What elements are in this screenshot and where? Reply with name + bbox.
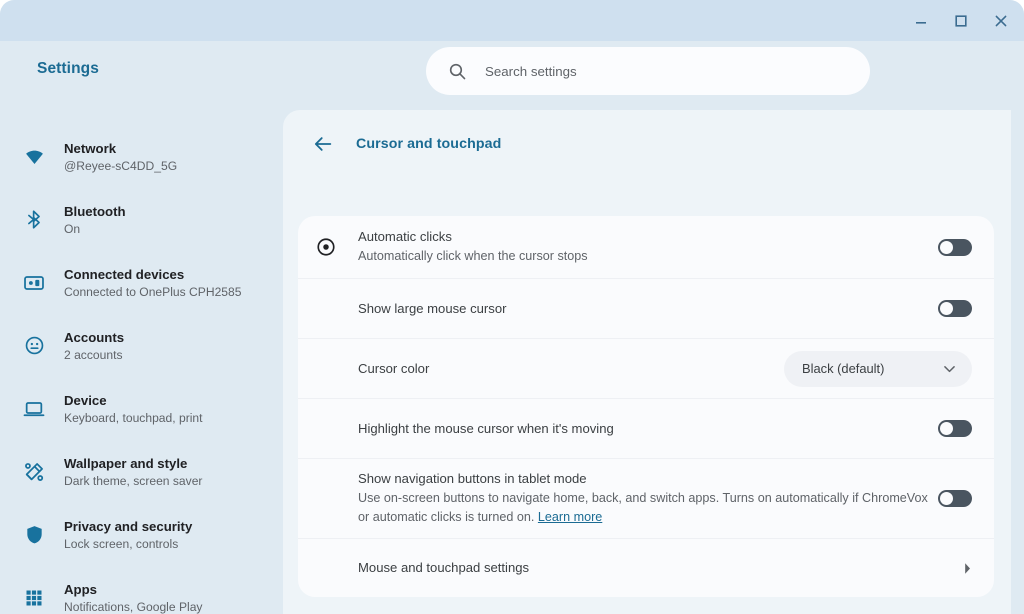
target-icon — [316, 237, 336, 257]
setting-row-automatic-clicks[interactable]: Automatic clicks Automatically click whe… — [298, 216, 994, 279]
window-titlebar — [0, 0, 1024, 41]
sidebar-item-sublabel: Notifications, Google Play — [64, 600, 202, 614]
sidebar-item-label: Bluetooth — [64, 204, 126, 219]
row-text: Show navigation buttons in tablet mode U… — [358, 470, 938, 527]
sidebar-item-sublabel: 2 accounts — [64, 348, 124, 362]
row-trailing — [938, 420, 972, 437]
apps-grid-icon — [22, 586, 46, 610]
settings-window: Settings Network @Reyee-sC4DD_5G — [0, 0, 1024, 614]
row-trailing — [963, 562, 972, 575]
row-subtitle: Automatically click when the cursor stop… — [358, 247, 938, 266]
page-header: Cursor and touchpad — [283, 110, 501, 178]
toggle-navigation-buttons[interactable] — [938, 490, 972, 507]
app-body: Settings Network @Reyee-sC4DD_5G — [0, 41, 1024, 614]
toggle-knob — [940, 241, 953, 254]
maximize-icon — [954, 14, 968, 28]
sidebar-item-apps[interactable]: Apps Notifications, Google Play — [0, 566, 283, 614]
sidebar-item-label: Privacy and security — [64, 519, 192, 534]
back-arrow-icon[interactable] — [312, 133, 334, 155]
setting-row-highlight-cursor[interactable]: Highlight the mouse cursor when it's mov… — [298, 399, 994, 459]
row-title: Mouse and touchpad settings — [358, 559, 963, 577]
sidebar-item-privacy-and-security[interactable]: Privacy and security Lock screen, contro… — [0, 503, 283, 566]
row-title: Cursor color — [358, 360, 784, 378]
row-text: Mouse and touchpad settings — [358, 559, 963, 577]
row-trailing — [938, 490, 972, 507]
minimize-icon — [914, 14, 928, 28]
bluetooth-icon — [22, 208, 46, 232]
row-text: Cursor color — [358, 360, 784, 378]
chevron-right-icon[interactable] — [963, 562, 972, 575]
sidebar-item-accounts[interactable]: Accounts 2 accounts — [0, 314, 283, 377]
setting-row-cursor-color[interactable]: Cursor color Black (default) — [298, 339, 994, 399]
brush-icon — [22, 460, 46, 484]
toggle-knob — [940, 492, 953, 505]
sidebar-item-label: Device — [64, 393, 203, 408]
close-button[interactable] — [984, 4, 1018, 38]
sidebar-item-network[interactable]: Network @Reyee-sC4DD_5G — [0, 125, 283, 188]
toggle-highlight-cursor[interactable] — [938, 420, 972, 437]
maximize-button[interactable] — [944, 4, 978, 38]
row-subtitle: Use on-screen buttons to navigate home, … — [358, 489, 938, 527]
toggle-large-cursor[interactable] — [938, 300, 972, 317]
connected-devices-icon — [22, 271, 46, 295]
learn-more-link[interactable]: Learn more — [538, 510, 602, 524]
main-panel: Cursor and touchpad Automatic clicks Aut… — [283, 110, 1011, 614]
page-heading: Cursor and touchpad — [356, 136, 501, 152]
row-text: Show large mouse cursor — [358, 300, 938, 318]
minimize-button[interactable] — [904, 4, 938, 38]
sidebar-item-sublabel: Dark theme, screen saver — [64, 474, 202, 488]
sidebar-item-sublabel: Lock screen, controls — [64, 537, 192, 551]
sidebar-item-sublabel: Keyboard, touchpad, print — [64, 411, 203, 425]
sidebar-item-device[interactable]: Device Keyboard, touchpad, print — [0, 377, 283, 440]
chevron-down-icon — [944, 365, 955, 373]
search-bar[interactable] — [426, 47, 870, 95]
wifi-icon — [22, 145, 46, 169]
row-text: Automatic clicks Automatically click whe… — [358, 228, 938, 266]
laptop-icon — [22, 397, 46, 421]
sidebar-item-label: Apps — [64, 582, 202, 597]
sidebar-nav: Network @Reyee-sC4DD_5G Bluetooth On — [0, 111, 283, 614]
window-controls — [904, 0, 1018, 41]
settings-card: Automatic clicks Automatically click whe… — [298, 216, 994, 597]
row-trailing — [938, 239, 972, 256]
setting-row-navigation-buttons[interactable]: Show navigation buttons in tablet mode U… — [298, 459, 994, 539]
sidebar-item-wallpaper-and-style[interactable]: Wallpaper and style Dark theme, screen s… — [0, 440, 283, 503]
sidebar-item-sublabel: On — [64, 222, 126, 236]
row-title: Automatic clicks — [358, 228, 938, 246]
sidebar-item-label: Network — [64, 141, 177, 156]
row-trailing — [938, 300, 972, 317]
sidebar-item-bluetooth[interactable]: Bluetooth On — [0, 188, 283, 251]
row-subtitle-text: Use on-screen buttons to navigate home, … — [358, 491, 928, 524]
sidebar-item-label: Wallpaper and style — [64, 456, 202, 471]
row-trailing: Black (default) — [784, 351, 972, 387]
toggle-automatic-clicks[interactable] — [938, 239, 972, 256]
page-title-settings: Settings — [37, 60, 99, 78]
shield-icon — [22, 523, 46, 547]
setting-row-mouse-and-touchpad[interactable]: Mouse and touchpad settings — [298, 539, 994, 597]
cursor-color-dropdown[interactable]: Black (default) — [784, 351, 972, 387]
sidebar-item-sublabel: @Reyee-sC4DD_5G — [64, 159, 177, 173]
row-text: Highlight the mouse cursor when it's mov… — [358, 420, 938, 438]
close-icon — [994, 14, 1008, 28]
sidebar-item-sublabel: Connected to OnePlus CPH2585 — [64, 285, 242, 299]
row-title: Highlight the mouse cursor when it's mov… — [358, 420, 938, 438]
row-leading-icon — [316, 237, 358, 257]
search-icon — [448, 62, 467, 81]
toggle-knob — [940, 422, 953, 435]
sidebar-item-label: Connected devices — [64, 267, 242, 282]
account-icon — [22, 334, 46, 358]
setting-row-large-cursor[interactable]: Show large mouse cursor — [298, 279, 994, 339]
row-title: Show large mouse cursor — [358, 300, 938, 318]
search-input[interactable] — [485, 64, 825, 79]
cursor-color-value: Black (default) — [802, 361, 884, 376]
toggle-knob — [940, 302, 953, 315]
sidebar-item-connected-devices[interactable]: Connected devices Connected to OnePlus C… — [0, 251, 283, 314]
sidebar-item-label: Accounts — [64, 330, 124, 345]
row-title: Show navigation buttons in tablet mode — [358, 470, 938, 488]
